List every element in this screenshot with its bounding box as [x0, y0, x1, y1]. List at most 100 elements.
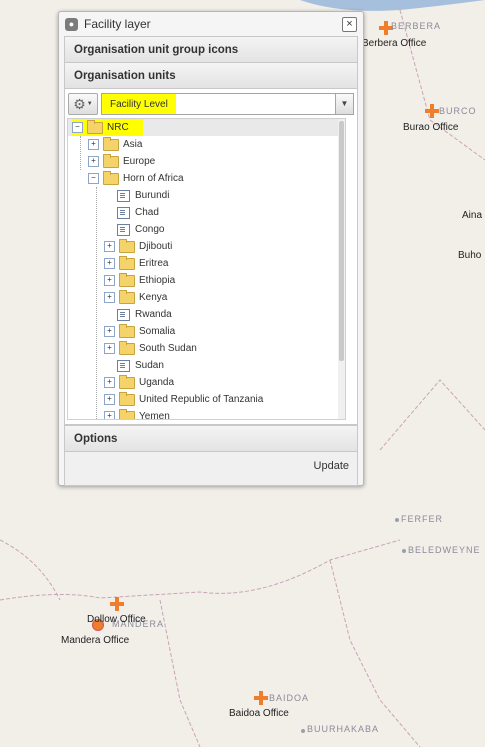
tree-node-label: United Republic of Tanzania [139, 394, 264, 405]
city-label: BUURHAKABA [307, 724, 380, 734]
tree-node-label: Somalia [139, 326, 176, 337]
chevron-down-icon[interactable]: ▼ [335, 94, 353, 114]
facility-label: Buho [458, 250, 482, 261]
expand-icon[interactable]: + [104, 394, 115, 405]
city-dot [402, 549, 406, 553]
tree-node[interactable]: − NRC [68, 119, 345, 136]
expand-icon[interactable]: + [104, 258, 115, 269]
panel-footer: Update [64, 452, 358, 486]
tree-node-label: NRC [107, 122, 129, 133]
section-group-icons[interactable]: Organisation unit group icons [64, 36, 358, 63]
tree-node-label: Eritrea [139, 258, 169, 269]
expand-icon[interactable]: + [104, 326, 115, 337]
document-icon [117, 308, 130, 321]
tree-node[interactable]: + Asia [68, 136, 345, 153]
document-icon [117, 359, 130, 372]
city-label: BURCO [439, 106, 477, 116]
tree-node-label: Burundi [135, 190, 170, 201]
gear-icon: ⚙ [73, 95, 86, 112]
tree-node-label: Kenya [139, 292, 168, 303]
facility-label: Dollow Office [87, 614, 146, 625]
layer-icon: ● [65, 17, 78, 31]
update-button[interactable]: Update [314, 460, 349, 472]
close-button[interactable]: × [342, 17, 357, 32]
facility-marker[interactable] [254, 691, 268, 705]
tree-node-label: Uganda [139, 377, 175, 388]
facility-label: Berbera Office [362, 38, 427, 49]
expand-icon[interactable]: + [104, 275, 115, 286]
tree-node-label: Rwanda [135, 309, 172, 320]
tree-node[interactable]: + South Sudan [68, 340, 345, 357]
level-select-value: Facility Level [102, 94, 176, 114]
expand-icon[interactable]: + [104, 292, 115, 303]
tree-node[interactable]: Rwanda [68, 306, 345, 323]
document-icon [117, 223, 130, 236]
facility-label: Burao Office [403, 122, 459, 133]
expand-icon[interactable]: + [88, 156, 99, 167]
city-label: BELEDWEYNE [408, 545, 481, 555]
tree-node-label: Djibouti [139, 241, 173, 252]
folder-icon [119, 289, 135, 304]
selected-highlight: − NRC [72, 119, 143, 136]
facility-marker[interactable] [110, 597, 124, 611]
panel-title: Facility layer [84, 17, 151, 31]
city-label: FERFER [401, 514, 443, 524]
tree-node-label: Europe [123, 156, 156, 167]
panel-header: ● Facility layer × [59, 12, 363, 36]
expand-icon[interactable]: + [88, 139, 99, 150]
tree-node[interactable]: Burundi [68, 187, 345, 204]
facility-label: Baidoa Office [229, 708, 289, 719]
tree-node[interactable]: + Kenya [68, 289, 345, 306]
expand-icon[interactable]: + [104, 377, 115, 388]
tree-node[interactable]: Chad [68, 204, 345, 221]
folder-icon [119, 323, 135, 338]
tree-scrollbar[interactable] [338, 119, 345, 419]
tree-node[interactable]: + United Republic of Tanzania [68, 391, 345, 408]
tree-node-label: South Sudan [139, 343, 197, 354]
city-dot [395, 518, 399, 522]
folder-icon [103, 170, 119, 185]
collapse-icon[interactable]: − [72, 122, 83, 133]
tree-node[interactable]: Sudan [68, 357, 345, 374]
tree-node[interactable]: + Djibouti [68, 238, 345, 255]
expand-icon[interactable]: + [104, 343, 115, 354]
section-options[interactable]: Options [64, 425, 358, 452]
org-unit-tree[interactable]: − NRC + Asia + Europe − Horn of Africa Burundi Ch… [67, 118, 346, 420]
tree-node[interactable]: + Eritrea [68, 255, 345, 272]
city-dot [301, 729, 305, 733]
folder-icon [103, 153, 119, 168]
facility-label: Mandera Office [61, 635, 130, 646]
facility-layer-panel: ● Facility layer × Organisation unit gro… [58, 11, 364, 486]
folder-icon [87, 119, 103, 134]
folder-icon [119, 238, 135, 253]
facility-marker[interactable] [425, 104, 439, 118]
tree-node[interactable]: + Uganda [68, 374, 345, 391]
tree-node-label: Asia [123, 139, 143, 150]
tree-node[interactable]: + Ethiopia [68, 272, 345, 289]
scrollbar-thumb[interactable] [339, 121, 344, 361]
folder-icon [119, 272, 135, 287]
tree-node-label: Chad [135, 207, 159, 218]
document-icon [117, 189, 130, 202]
tree-node[interactable]: Congo [68, 221, 345, 238]
expand-icon[interactable]: + [104, 411, 115, 419]
folder-icon [103, 136, 119, 151]
expand-icon[interactable]: + [104, 241, 115, 252]
folder-icon [119, 374, 135, 389]
collapse-icon[interactable]: − [88, 173, 99, 184]
settings-menu-button[interactable]: ⚙ ▼ [68, 93, 98, 115]
tree-node[interactable]: + Yemen [68, 408, 345, 419]
folder-icon [119, 391, 135, 406]
facility-label: Aina [462, 210, 483, 221]
tree-node[interactable]: − Horn of Africa [68, 170, 345, 187]
folder-icon [119, 255, 135, 270]
city-label: BERBERA [391, 21, 442, 31]
folder-icon [119, 408, 135, 419]
tree-node[interactable]: + Europe [68, 153, 345, 170]
chevron-down-icon: ▼ [86, 101, 93, 107]
tree-node[interactable]: + Somalia [68, 323, 345, 340]
level-select[interactable]: Facility Level ▼ [101, 93, 354, 115]
section-org-units[interactable]: Organisation units [64, 63, 358, 89]
tree-node-label: Horn of Africa [123, 173, 184, 184]
org-units-toolbar: ⚙ ▼ Facility Level ▼ [65, 89, 357, 119]
